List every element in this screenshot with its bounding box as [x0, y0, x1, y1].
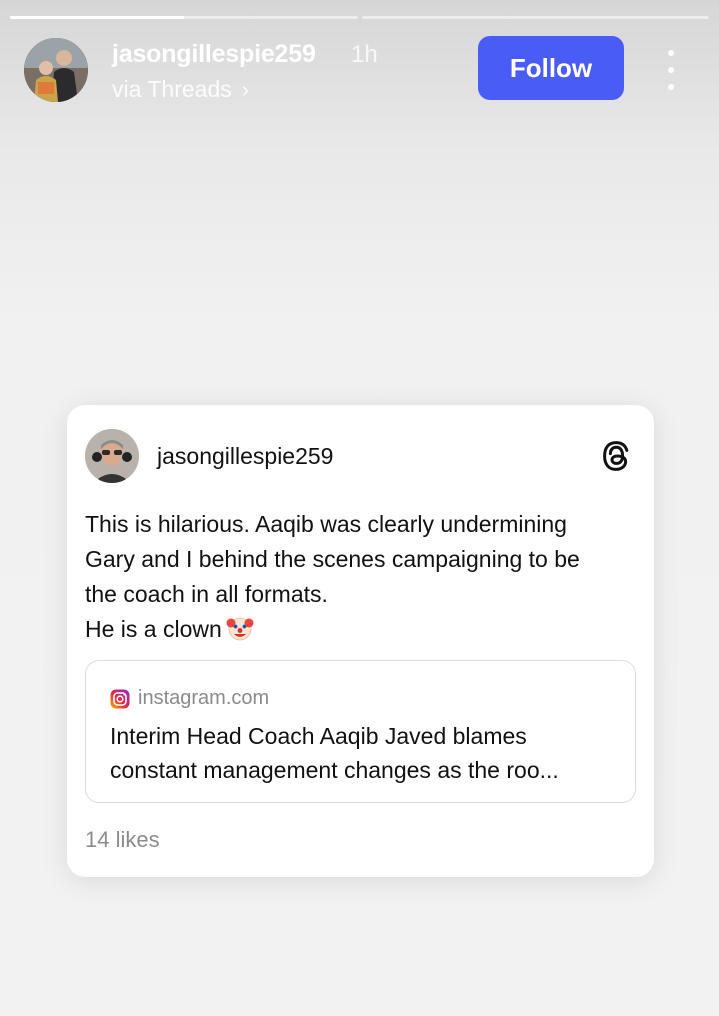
post-text: This is hilarious. Aaqib was clearly und…	[85, 507, 645, 647]
link-title: Interim Head Coach Aaqib Javed blames co…	[110, 719, 620, 787]
link-domain: instagram.com	[110, 687, 269, 710]
post-text-line: the coach in all formats.	[85, 581, 328, 607]
likes-count[interactable]: 14 likes	[85, 827, 160, 853]
post-text-line: He is a clown	[85, 612, 645, 647]
link-title-line: constant management changes as the roo..…	[110, 757, 559, 783]
story-username[interactable]: jasongillespie259	[112, 40, 316, 69]
post-text-line: Gary and I behind the scenes campaigning…	[85, 546, 580, 572]
story-time: 1h	[351, 41, 378, 68]
clown-face-icon	[226, 617, 254, 641]
progress-segment-1	[10, 16, 358, 19]
threads-post-card[interactable]: jasongillespie259 This is hilarious. Aaq…	[67, 405, 654, 877]
link-domain-text: instagram.com	[138, 687, 270, 709]
follow-button[interactable]: Follow	[478, 36, 624, 100]
threads-icon	[603, 441, 629, 471]
link-preview[interactable]: instagram.com Interim Head Coach Aaqib J…	[85, 660, 636, 803]
story-header: jasongillespie259 1h via Threads › Follo…	[0, 34, 719, 114]
post-text-last: He is a clown	[85, 616, 222, 642]
via-threads-link[interactable]: via Threads ›	[112, 76, 249, 103]
link-title-line: Interim Head Coach Aaqib Javed blames	[110, 723, 527, 749]
story-progress	[10, 16, 709, 19]
via-label: via Threads	[112, 76, 232, 102]
more-vertical-icon[interactable]	[660, 50, 682, 90]
post-avatar	[85, 429, 139, 483]
post-text-line: This is hilarious. Aaqib was clearly und…	[85, 511, 567, 537]
instagram-icon	[110, 689, 130, 708]
chevron-right-icon: ›	[241, 76, 250, 102]
post-username[interactable]: jasongillespie259	[157, 443, 333, 470]
progress-segment-2	[361, 16, 709, 19]
avatar[interactable]	[24, 38, 88, 102]
